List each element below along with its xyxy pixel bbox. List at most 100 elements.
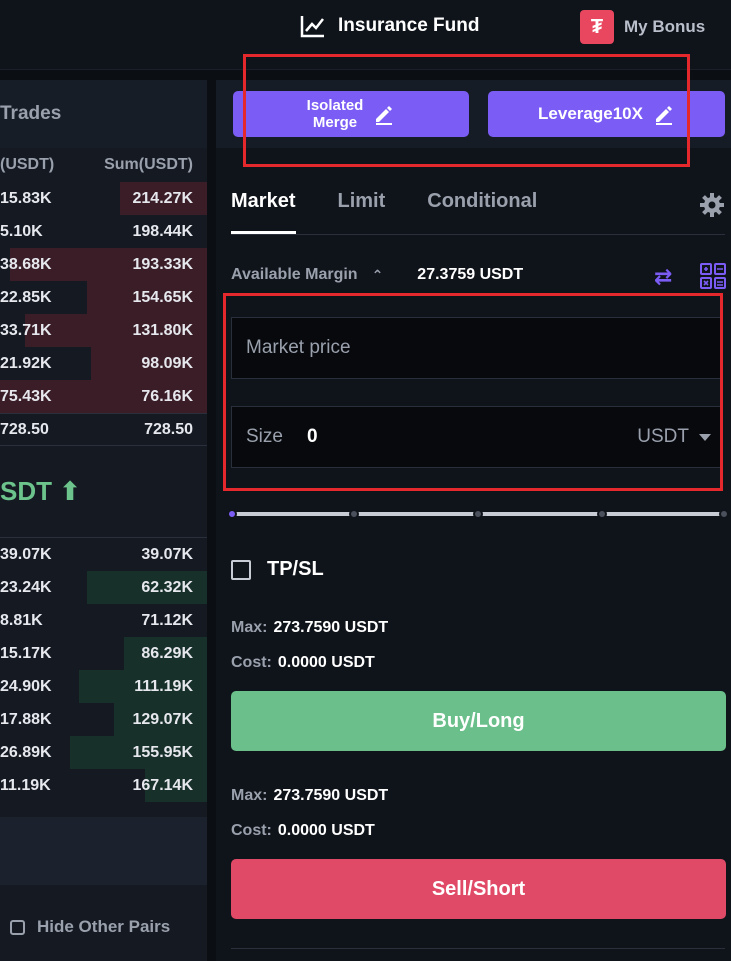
available-margin: Available Margin ⌃ 27.3759 USDT: [231, 266, 523, 284]
order-book-column-headers: (USDT) Sum(USDT): [0, 148, 207, 182]
bid-rows: 39.07K 39.07K 23.24K 62.32K 8.81K 71.12K 15.17…: [0, 538, 207, 802]
trades-tab[interactable]: Trades: [0, 103, 61, 125]
order-sum: 728.50: [144, 420, 193, 438]
order-book-row[interactable]: 23.24K 62.32K: [0, 571, 207, 604]
order-amount: 8.81K: [0, 611, 43, 629]
order-amount: 22.85K: [0, 288, 52, 306]
hide-pairs-label: Hide Other Pairs: [37, 917, 171, 936]
order-sum: 39.07K: [141, 545, 193, 563]
tether-icon: ₮: [580, 10, 614, 44]
sell-cost-value: 0.0000 USDT: [277, 822, 375, 839]
last-price: SDT ⬆: [0, 446, 207, 538]
order-book-row[interactable]: 38.68K 193.33K: [0, 248, 207, 281]
sell-short-button[interactable]: Sell/Short: [231, 859, 726, 919]
order-sum: 155.95K: [132, 743, 194, 761]
order-amount: 21.92K: [0, 354, 52, 372]
my-bonus-link[interactable]: ₮ My Bonus: [580, 10, 705, 44]
available-margin-label: Available Margin: [231, 266, 358, 283]
tpsl-checkbox[interactable]: [231, 559, 251, 580]
order-sum: 111.19K: [134, 677, 193, 695]
slider-mark-100[interactable]: [719, 509, 729, 519]
order-book-footer: [0, 817, 207, 885]
order-book-row[interactable]: 15.17K 86.29K: [0, 637, 207, 670]
bottom-divider: [231, 948, 725, 949]
order-amount: 15.83K: [0, 189, 52, 207]
order-book-row[interactable]: 728.50 728.50: [0, 413, 207, 446]
sell-max-value: 273.7590 USDT: [273, 787, 389, 804]
order-form-panel: Isolated Merge Leverage10X Market Limit …: [216, 80, 731, 961]
order-book-row[interactable]: 11.19K 167.14K: [0, 769, 207, 802]
order-book-row[interactable]: 22.85K 154.65K: [0, 281, 207, 314]
highlight-box-mode: [243, 54, 690, 167]
order-amount: 26.89K: [0, 743, 52, 761]
amount-column-header: (USDT): [0, 156, 55, 173]
sell-cost: Cost: 0.0000 USDT: [231, 822, 375, 840]
last-price-value: SDT ⬆: [0, 476, 82, 506]
order-book-row[interactable]: 33.71K 131.80K: [0, 314, 207, 347]
tab-conditional[interactable]: Conditional: [427, 190, 537, 234]
order-sum: 193.33K: [132, 255, 194, 273]
buy-max: Max: 273.7590 USDT: [231, 619, 388, 637]
hide-other-pairs-toggle[interactable]: Hide Other Pairs: [10, 917, 170, 937]
order-sum: 214.27K: [132, 189, 194, 207]
order-book-row[interactable]: 8.81K 71.12K: [0, 604, 207, 637]
order-sum: 154.65K: [132, 288, 194, 306]
tpsl-toggle[interactable]: TP/SL: [231, 558, 324, 581]
hide-pairs-checkbox[interactable]: [10, 919, 25, 935]
size-slider[interactable]: [227, 509, 729, 519]
order-book-row[interactable]: 15.83K 214.27K: [0, 182, 207, 215]
slider-mark-25[interactable]: [349, 509, 359, 519]
order-sum: 167.14K: [132, 776, 194, 794]
order-sum: 86.29K: [141, 644, 193, 662]
order-book-row[interactable]: 21.92K 98.09K: [0, 347, 207, 380]
order-sum: 129.07K: [132, 710, 194, 728]
order-book-panel: Trades (USDT) Sum(USDT) 15.83K 214.27K 5.1…: [0, 80, 207, 961]
order-book-row[interactable]: 17.88K 129.07K: [0, 703, 207, 736]
order-book-row[interactable]: 39.07K 39.07K: [0, 538, 207, 571]
tab-limit[interactable]: Limit: [337, 190, 385, 234]
gear-icon[interactable]: [699, 192, 725, 218]
order-amount: 728.50: [0, 420, 49, 438]
order-book-row[interactable]: 26.89K 155.95K: [0, 736, 207, 769]
tpsl-label: TP/SL: [267, 558, 324, 580]
sort-chevron-icon[interactable]: ⌃: [372, 267, 384, 284]
sell-max: Max: 273.7590 USDT: [231, 787, 388, 805]
order-sum: 62.32K: [141, 578, 193, 596]
slider-mark-50[interactable]: [473, 509, 483, 519]
highlight-box-inputs: [223, 293, 723, 491]
slider-mark-75[interactable]: [597, 509, 607, 519]
sell-max-label: Max:: [231, 787, 268, 804]
order-amount: 5.10K: [0, 222, 43, 240]
order-amount: 24.90K: [0, 677, 52, 695]
tab-market[interactable]: Market: [231, 190, 297, 234]
tabs-divider: [231, 234, 725, 235]
buy-cost: Cost: 0.0000 USDT: [231, 654, 375, 672]
order-book-row[interactable]: 75.43K 76.16K: [0, 380, 207, 413]
order-book-header: Trades: [0, 80, 207, 148]
buy-long-button[interactable]: Buy/Long: [231, 691, 726, 751]
buy-max-label: Max:: [231, 619, 268, 636]
order-amount: 75.43K: [0, 387, 52, 405]
buy-cost-label: Cost:: [231, 654, 272, 671]
buy-cost-value: 0.0000 USDT: [277, 654, 375, 671]
order-book-row[interactable]: 5.10K 198.44K: [0, 215, 207, 248]
order-amount: 33.71K: [0, 321, 52, 339]
transfer-icon[interactable]: ⇄: [654, 264, 672, 290]
order-book-row[interactable]: 24.90K 111.19K: [0, 670, 207, 703]
order-sum: 71.12K: [141, 611, 193, 629]
insurance-fund-link[interactable]: Insurance Fund: [300, 14, 479, 38]
order-amount: 39.07K: [0, 545, 52, 563]
order-sum: 98.09K: [141, 354, 193, 372]
order-sum: 198.44K: [132, 222, 194, 240]
buy-max-value: 273.7590 USDT: [273, 619, 389, 636]
order-sum: 76.16K: [141, 387, 193, 405]
sum-column-header: Sum(USDT): [104, 156, 193, 173]
order-amount: 15.17K: [0, 644, 52, 662]
order-sum: 131.80K: [132, 321, 194, 339]
slider-handle[interactable]: [227, 509, 237, 519]
sell-cost-label: Cost:: [231, 822, 272, 839]
available-margin-value: 27.3759 USDT: [417, 266, 524, 283]
chart-line-icon: [300, 16, 324, 38]
my-bonus-label: My Bonus: [624, 17, 706, 36]
calculator-icon[interactable]: [700, 263, 726, 289]
